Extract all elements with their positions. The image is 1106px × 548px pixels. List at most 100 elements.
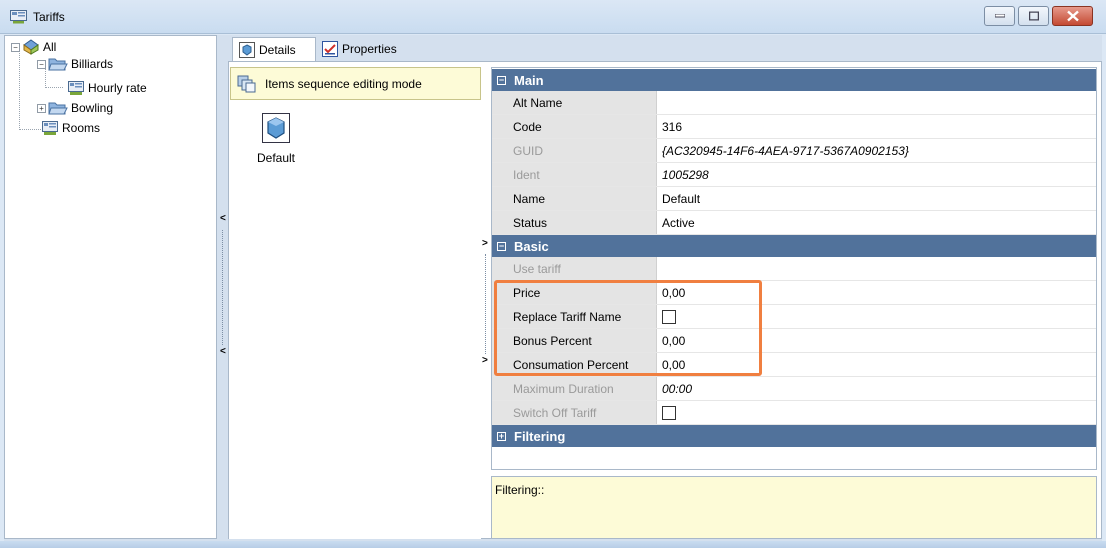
property-row-use-tariff[interactable]: Use tariff	[492, 257, 1096, 281]
property-grid[interactable]: − Main Alt Name Code 316 GUID {AC320945-…	[491, 67, 1097, 470]
tariff-icon	[10, 10, 27, 24]
property-value: {AC320945-14F6-4AEA-9717-5367A0902153}	[662, 143, 909, 158]
property-value[interactable]: 0,00	[657, 329, 1096, 352]
property-row-price[interactable]: Price 0,00	[492, 281, 1096, 305]
items-sequence-mode-bar[interactable]: Items sequence editing mode	[230, 67, 481, 100]
tree-node-billiards[interactable]: − Billiards	[37, 56, 113, 72]
tab-label: Details	[259, 42, 296, 57]
tariff-icon	[68, 81, 84, 95]
tariff-item-icon	[262, 113, 290, 143]
window-title: Tariffs	[33, 10, 65, 24]
tree-node-label: Bowling	[71, 101, 114, 115]
tree-line	[19, 48, 20, 130]
collapse-icon[interactable]: −	[11, 42, 20, 52]
right-splitter[interactable]: > >	[481, 236, 490, 370]
tariff-icon	[42, 121, 58, 135]
tab-details[interactable]: Details	[232, 37, 316, 61]
category-basic[interactable]: − Basic	[492, 235, 1096, 257]
property-row-consumation-percent[interactable]: Consumation Percent 0,00	[492, 353, 1096, 377]
collapse-left-icon[interactable]: <	[220, 346, 226, 357]
tree-node-label: Rooms	[62, 121, 101, 135]
expand-right-icon[interactable]: >	[482, 238, 488, 249]
description-text: Filtering::	[495, 483, 545, 497]
property-name: Alt Name	[492, 91, 657, 114]
property-value[interactable]: 316	[657, 115, 1096, 138]
tariff-group-icon	[23, 39, 39, 55]
property-name: Status	[492, 211, 657, 234]
details-icon	[239, 41, 255, 58]
category-filtering[interactable]: + Filtering	[492, 425, 1096, 447]
collapse-icon[interactable]: −	[497, 75, 506, 85]
expand-right-icon[interactable]: >	[482, 355, 488, 366]
property-name: Replace Tariff Name	[492, 305, 657, 328]
property-name: Price	[492, 281, 657, 304]
tariff-tree[interactable]: − All − Billiards Hourly rate + Bowling …	[4, 35, 217, 539]
property-row-code[interactable]: Code 316	[492, 115, 1096, 139]
item-default[interactable]: Default	[252, 111, 300, 165]
window-controls	[984, 6, 1093, 26]
property-value[interactable]: Active	[657, 211, 1096, 234]
property-name: Name	[492, 187, 657, 210]
replace-tariff-name-checkbox[interactable]	[662, 309, 676, 324]
tab-properties[interactable]: Properties	[316, 37, 406, 61]
property-row-ident[interactable]: Ident 1005298	[492, 163, 1096, 187]
collapse-icon[interactable]: −	[497, 241, 506, 251]
property-row-switch-off-tariff[interactable]: Switch Off Tariff	[492, 401, 1096, 425]
splitter-grip	[485, 254, 486, 354]
sequence-edit-icon	[237, 75, 256, 92]
category-label: Basic	[514, 238, 549, 254]
property-row-guid[interactable]: GUID {AC320945-14F6-4AEA-9717-5367A09021…	[492, 139, 1096, 163]
category-label: Main	[514, 72, 544, 88]
minimize-button[interactable]	[984, 6, 1015, 26]
tree-node-rooms[interactable]: Rooms	[41, 120, 100, 136]
property-name: Bonus Percent	[492, 329, 657, 352]
collapse-icon[interactable]: −	[37, 59, 46, 69]
tree-line	[45, 87, 63, 88]
property-row-bonus-percent[interactable]: Bonus Percent 0,00	[492, 329, 1096, 353]
folder-open-icon	[48, 102, 68, 115]
item-label: Default	[256, 151, 296, 165]
expand-icon[interactable]: +	[37, 103, 46, 113]
title-bar: Tariffs	[0, 0, 1106, 34]
switch-off-tariff-checkbox	[662, 405, 676, 420]
minimize-icon	[994, 14, 1005, 18]
tree-node-label: All	[43, 40, 57, 54]
close-button[interactable]	[1052, 6, 1093, 26]
property-row-name[interactable]: Name Default	[492, 187, 1096, 211]
category-label: Filtering	[514, 428, 566, 444]
property-description: Filtering::	[491, 476, 1097, 539]
tree-node-all[interactable]: − All	[11, 39, 56, 55]
maximize-icon	[1028, 11, 1039, 21]
property-row-maximum-duration[interactable]: Maximum Duration 00:00	[492, 377, 1096, 401]
splitter-grip	[222, 230, 223, 345]
category-main[interactable]: − Main	[492, 69, 1096, 91]
expand-icon[interactable]: +	[497, 431, 506, 441]
property-value[interactable]	[657, 91, 1096, 114]
property-value: 00:00	[662, 381, 693, 396]
tree-line	[19, 129, 41, 130]
properties-icon	[322, 41, 338, 57]
tab-strip: Details Properties	[228, 37, 1102, 61]
property-row-replace-tariff-name[interactable]: Replace Tariff Name	[492, 305, 1096, 329]
property-value[interactable]: 0,00	[657, 353, 1096, 376]
property-name: Code	[492, 115, 657, 138]
left-splitter[interactable]: < <	[218, 210, 228, 370]
status-bar	[0, 541, 1106, 548]
property-name: Switch Off Tariff	[492, 401, 657, 424]
maximize-button[interactable]	[1018, 6, 1049, 26]
property-value[interactable]: Default	[657, 187, 1096, 210]
close-icon	[1066, 10, 1079, 22]
tree-node-hourly-rate[interactable]: Hourly rate	[67, 80, 147, 96]
property-row-status[interactable]: Status Active	[492, 211, 1096, 235]
collapse-left-icon[interactable]: <	[220, 213, 226, 224]
tab-label: Properties	[342, 42, 397, 56]
property-value	[657, 257, 1096, 280]
property-name: Use tariff	[492, 257, 657, 280]
tree-node-bowling[interactable]: + Bowling	[37, 100, 113, 116]
tree-node-label: Hourly rate	[88, 81, 147, 95]
property-value[interactable]: 0,00	[657, 281, 1096, 304]
property-name: Consumation Percent	[492, 353, 657, 376]
property-row-alt-name[interactable]: Alt Name	[492, 91, 1096, 115]
property-name: Maximum Duration	[492, 377, 657, 400]
property-value: 1005298	[662, 167, 709, 182]
